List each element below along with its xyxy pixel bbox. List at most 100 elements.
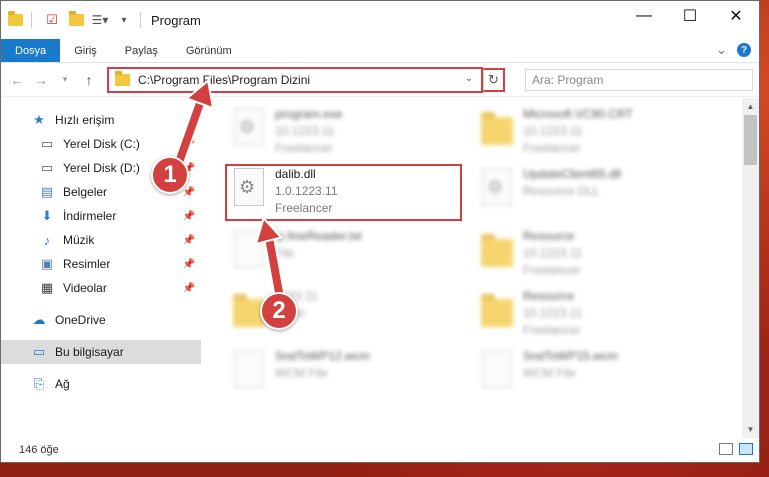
dll-icon xyxy=(477,164,517,210)
documents-icon: ▤ xyxy=(40,184,54,199)
sidebar-item-label: Resimler xyxy=(63,257,111,271)
recent-dropdown-icon[interactable]: ▾ xyxy=(53,74,77,85)
search-box[interactable] xyxy=(525,68,753,91)
highlight-box xyxy=(225,164,462,221)
window-title: Program xyxy=(151,12,201,28)
customize-quick-access-icon[interactable]: ▾ xyxy=(114,10,134,30)
sidebar-item-pictures[interactable]: ▣ Resimler 📌 xyxy=(1,252,201,276)
pin-icon[interactable]: 📌 xyxy=(183,283,195,294)
sidebar-item-label: Ağ xyxy=(55,377,70,391)
folder-icon xyxy=(477,286,517,332)
sidebar-item-label: Videolar xyxy=(63,281,107,295)
chevron-down-icon[interactable]: ⌄ xyxy=(465,73,473,84)
item-count: 146 öğe xyxy=(19,444,59,456)
tab-share[interactable]: Paylaş xyxy=(111,39,172,62)
tab-view[interactable]: Görünüm xyxy=(172,39,246,62)
computer-icon: ▭ xyxy=(32,344,46,359)
scroll-down-icon[interactable]: ▼ xyxy=(742,421,759,438)
pin-icon[interactable]: 📌 xyxy=(183,211,195,222)
cloud-icon: ☁ xyxy=(32,312,46,327)
expand-ribbon-icon[interactable]: ⌄ xyxy=(716,42,727,58)
video-icon: ▦ xyxy=(40,280,54,295)
divider xyxy=(140,12,141,28)
folder-icon xyxy=(477,104,517,150)
close-button[interactable]: ✕ xyxy=(713,1,759,31)
star-icon: ★ xyxy=(33,112,45,127)
address-path: C:\Program Files\Program Dizini xyxy=(138,72,311,87)
minimize-button[interactable]: — xyxy=(621,1,667,31)
ribbon-tabs: Dosya Giriş Paylaş Görünüm ⌄ ? xyxy=(1,39,759,63)
refresh-button[interactable]: ↻ xyxy=(483,67,505,92)
network-icon: ⎘ xyxy=(33,376,45,391)
file-list: program.exe 10.1223.11 Freelancer Micros… xyxy=(201,98,759,438)
title-bar: ☑ ☰▾ ▾ Program — ☐ ✕ xyxy=(1,1,759,39)
forward-icon[interactable]: → xyxy=(29,72,53,88)
pin-icon[interactable]: 📌 xyxy=(183,139,195,150)
drive-icon: ▭ xyxy=(40,160,54,175)
up-icon[interactable]: ↑ xyxy=(77,72,101,88)
document-icon xyxy=(229,346,269,392)
sidebar-item-label: Belgeler xyxy=(63,185,108,199)
search-input[interactable] xyxy=(532,72,722,87)
sidebar-item-onedrive[interactable]: ☁ OneDrive xyxy=(1,308,201,332)
sidebar-item-label: Yerel Disk (D:) xyxy=(63,161,140,175)
sidebar-item-network[interactable]: ⎘ Ağ xyxy=(1,372,201,396)
sidebar-item-label: Yerel Disk (C:) xyxy=(63,137,140,151)
status-bar: 146 öğe xyxy=(1,438,759,462)
help-icon[interactable]: ? xyxy=(737,43,751,57)
explorer-window: ☑ ☰▾ ▾ Program — ☐ ✕ Dosya Giriş Paylaş … xyxy=(0,0,760,463)
file-item[interactable]: Resource 10.1223.11 Freelancer xyxy=(477,226,717,278)
file-item[interactable]: UpdateClient65.dll Resource DLL xyxy=(477,164,717,216)
sidebar-item-label: Bu bilgisayar xyxy=(55,345,124,359)
view-options-icon[interactable]: ☰▾ xyxy=(90,10,110,30)
file-item[interactable]: SndToWP15.wcm WCM File xyxy=(477,346,717,398)
sidebar-item-disk-c[interactable]: ▭ Yerel Disk (C:) 📌 xyxy=(1,132,201,156)
tiles-view-icon[interactable] xyxy=(739,443,753,455)
address-bar[interactable]: C:\Program Files\Program Dizini ⌄ xyxy=(107,66,483,93)
window-controls: — ☐ ✕ xyxy=(621,1,759,31)
pin-icon[interactable]: 📌 xyxy=(183,187,195,198)
navigation-pane: ★ Hızlı erişim ▭ Yerel Disk (C:) 📌 ▭ Yer… xyxy=(1,98,201,438)
pin-icon[interactable]: 📌 xyxy=(183,235,195,246)
callout-2: 2 xyxy=(260,292,298,330)
download-icon: ⬇ xyxy=(41,208,53,223)
folder-icon xyxy=(115,70,130,86)
sidebar-item-label: OneDrive xyxy=(55,313,106,327)
scroll-up-icon[interactable]: ▲ xyxy=(742,98,759,115)
address-row: ← → ▾ ↑ C:\Program Files\Program Dizini … xyxy=(1,63,759,97)
details-view-icon[interactable] xyxy=(719,443,733,455)
sidebar-item-label: Müzik xyxy=(63,233,95,247)
tab-file[interactable]: Dosya xyxy=(1,39,61,62)
sidebar-item-this-pc[interactable]: ▭ Bu bilgisayar xyxy=(1,340,201,364)
music-icon: ♪ xyxy=(43,232,51,248)
new-folder-icon[interactable] xyxy=(66,10,86,30)
exe-icon xyxy=(229,104,269,150)
document-icon xyxy=(477,346,517,392)
callout-1: 1 xyxy=(151,156,189,194)
text-file-icon xyxy=(229,226,269,272)
sidebar-item-label: Hızlı erişim xyxy=(55,113,115,127)
pin-icon[interactable]: 📌 xyxy=(183,259,195,270)
properties-icon[interactable]: ☑ xyxy=(42,10,62,30)
file-item[interactable]: Microsoft.VC90.CRT 10.1223.11 Freelancer xyxy=(477,104,717,156)
file-item[interactable]: program.exe 10.1223.11 Freelancer xyxy=(229,104,469,156)
vertical-scrollbar[interactable]: ▲ ▼ xyxy=(742,98,759,438)
divider xyxy=(31,12,32,28)
tab-home[interactable]: Giriş xyxy=(60,39,111,62)
folder-icon xyxy=(477,226,517,272)
file-item[interactable]: SndToWP12.wcm WCM File xyxy=(229,346,469,398)
sidebar-item-music[interactable]: ♪ Müzik 📌 xyxy=(1,228,201,252)
sidebar-item-downloads[interactable]: ⬇ İndirmeler 📌 xyxy=(1,204,201,228)
sidebar-item-quick-access[interactable]: ★ Hızlı erişim xyxy=(1,108,201,132)
file-item[interactable]: ip.fineReader.txt File xyxy=(229,226,469,278)
folder-icon xyxy=(5,10,25,30)
file-item[interactable]: Resource 10.1223.11 Freelancer xyxy=(477,286,717,338)
main-area: ★ Hızlı erişim ▭ Yerel Disk (C:) 📌 ▭ Yer… xyxy=(1,98,759,438)
scroll-thumb[interactable] xyxy=(744,115,757,165)
sidebar-item-videos[interactable]: ▦ Videolar 📌 xyxy=(1,276,201,300)
sidebar-item-label: İndirmeler xyxy=(63,209,117,223)
view-toggle xyxy=(719,443,753,455)
maximize-button[interactable]: ☐ xyxy=(667,1,713,31)
back-icon[interactable]: ← xyxy=(5,72,29,88)
drive-icon: ▭ xyxy=(40,136,54,151)
